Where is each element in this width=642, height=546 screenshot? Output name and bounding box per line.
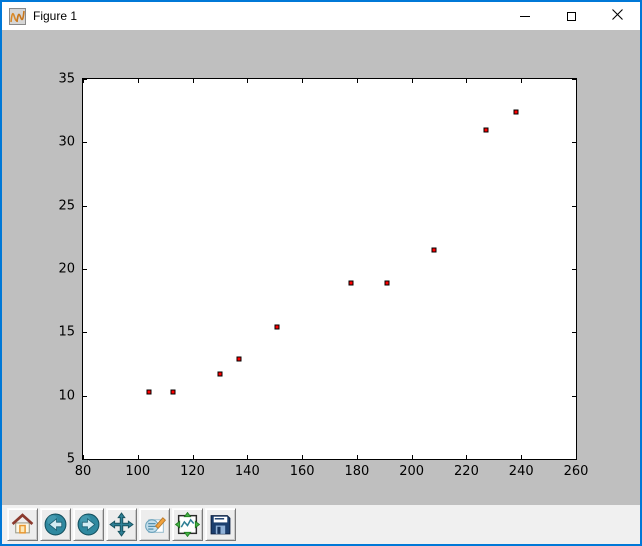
x-tick-mark — [521, 79, 522, 83]
y-tick-mark — [83, 79, 87, 80]
forward-button[interactable] — [73, 508, 104, 541]
data-point — [431, 248, 436, 253]
matplotlib-logo-icon — [9, 8, 26, 25]
x-tick-label: 160 — [290, 464, 315, 479]
forward-icon — [76, 512, 101, 537]
data-point — [513, 109, 518, 114]
x-tick-mark — [193, 79, 194, 83]
y-tick-label: 15 — [58, 325, 75, 340]
x-tick-mark — [247, 455, 248, 459]
y-tick-mark — [83, 396, 87, 397]
y-tick-label: 35 — [58, 72, 75, 87]
x-tick-mark — [521, 455, 522, 459]
figure-canvas[interactable]: 80 100 120 140 160 180 200 220 240 260 5 10 15 20 25 30… — [2, 30, 640, 505]
x-tick-mark — [576, 455, 577, 459]
x-tick-label: 260 — [564, 464, 589, 479]
close-icon — [612, 7, 623, 25]
x-tick-mark — [302, 79, 303, 83]
axes: 8010012014016018020022024026051015202530… — [82, 78, 577, 460]
maximize-icon — [567, 12, 576, 21]
zoom-rect-icon — [142, 512, 167, 537]
y-tick-label: 10 — [58, 388, 75, 403]
data-point — [385, 280, 390, 285]
data-point — [171, 389, 176, 394]
y-tick-label: 25 — [58, 198, 75, 213]
x-tick-mark — [357, 79, 358, 83]
save-button[interactable] — [205, 508, 236, 541]
y-tick-mark — [572, 206, 576, 207]
save-icon — [208, 512, 233, 537]
x-tick-mark — [138, 79, 139, 83]
subplots-icon — [175, 512, 200, 537]
back-icon — [43, 512, 68, 537]
maximize-button[interactable] — [548, 2, 594, 30]
y-tick-mark — [572, 459, 576, 460]
data-point — [217, 372, 222, 377]
x-tick-mark — [412, 455, 413, 459]
y-tick-label: 20 — [58, 262, 75, 277]
x-tick-mark — [193, 455, 194, 459]
data-point — [237, 356, 242, 361]
x-tick-mark — [466, 455, 467, 459]
y-tick-mark — [572, 142, 576, 143]
x-tick-mark — [576, 79, 577, 83]
y-tick-label: 5 — [67, 452, 75, 467]
y-tick-mark — [572, 332, 576, 333]
pan-button[interactable] — [106, 508, 137, 541]
data-point — [349, 280, 354, 285]
x-tick-label: 140 — [235, 464, 260, 479]
x-tick-mark — [302, 455, 303, 459]
home-button[interactable] — [7, 508, 38, 541]
data-point — [146, 389, 151, 394]
titlebar: Figure 1 — [2, 2, 640, 30]
x-tick-mark — [466, 79, 467, 83]
y-tick-mark — [83, 206, 87, 207]
caption-buttons — [502, 2, 640, 30]
data-point — [275, 325, 280, 330]
x-tick-label: 80 — [75, 464, 92, 479]
y-tick-mark — [83, 142, 87, 143]
pan-icon — [109, 512, 134, 537]
x-tick-label: 240 — [509, 464, 534, 479]
y-tick-mark — [572, 269, 576, 270]
y-tick-mark — [572, 396, 576, 397]
x-tick-mark — [138, 455, 139, 459]
data-point — [483, 127, 488, 132]
x-tick-label: 100 — [125, 464, 150, 479]
minimize-icon — [520, 16, 530, 17]
window-title: Figure 1 — [33, 2, 77, 30]
close-button[interactable] — [594, 2, 640, 30]
y-tick-mark — [83, 332, 87, 333]
y-tick-mark — [572, 79, 576, 80]
x-tick-mark — [412, 79, 413, 83]
minimize-button[interactable] — [502, 2, 548, 30]
x-tick-label: 180 — [344, 464, 369, 479]
x-tick-mark — [357, 455, 358, 459]
navigation-toolbar — [2, 505, 640, 544]
y-tick-mark — [83, 459, 87, 460]
x-tick-label: 200 — [399, 464, 424, 479]
x-tick-mark — [247, 79, 248, 83]
y-tick-label: 30 — [58, 135, 75, 150]
configure-subplots-button[interactable] — [172, 508, 203, 541]
x-tick-label: 220 — [454, 464, 479, 479]
back-button[interactable] — [40, 508, 71, 541]
zoom-to-rect-button[interactable] — [139, 508, 170, 541]
x-tick-label: 120 — [180, 464, 205, 479]
y-tick-mark — [83, 269, 87, 270]
figure-window: Figure 1 80 100 120 140 160 180 200 220 240 260 5 1… — [0, 0, 642, 546]
home-icon — [10, 512, 35, 537]
